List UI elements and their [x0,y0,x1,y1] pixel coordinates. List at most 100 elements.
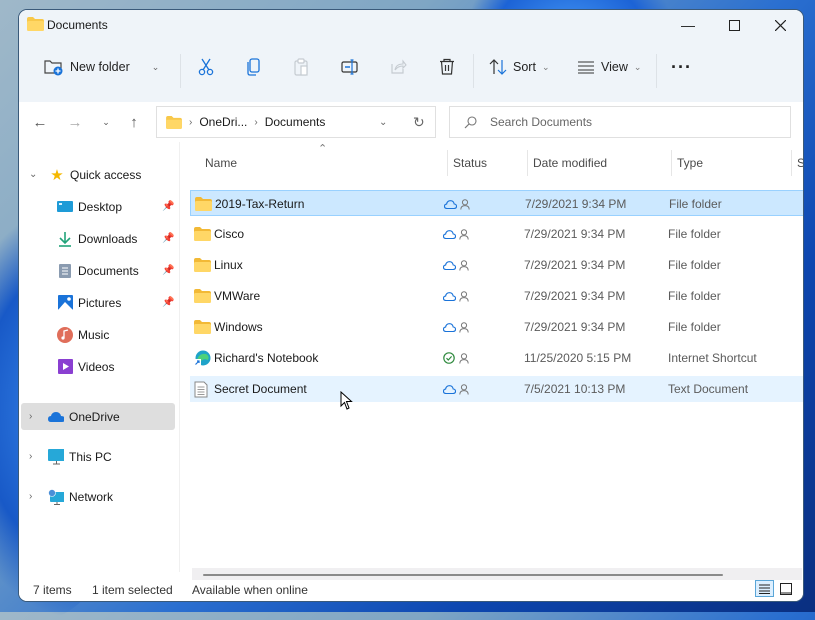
window-title: Documents [47,18,108,32]
sidebar-label: Videos [78,359,115,374]
paste-button[interactable] [293,54,311,80]
sidebar-label: This PC [69,449,112,464]
pin-icon[interactable]: 📌 [162,265,174,276]
column-header-status[interactable]: Status [453,152,487,174]
cloud-only-icon [443,376,456,402]
sort-button[interactable]: Sort ⌄ [489,54,549,80]
scrollbar-thumb[interactable] [203,574,723,576]
rename-button[interactable] [341,54,359,80]
recent-locations-button[interactable]: ⌄ [95,112,117,132]
navigation-bar: ← → ⌄ ↑ › OneDri... › Documents ⌄ ↻ Sear… [19,102,803,142]
address-bar[interactable]: › OneDri... › Documents ⌄ ↻ [156,106,436,138]
file-row[interactable]: Cisco 7/29/2021 9:34 PM File folder [190,221,803,247]
sidebar-item-documents[interactable]: Documents 📌 [21,257,175,284]
sidebar-label: Desktop [78,199,123,214]
column-header-name[interactable]: Name [205,152,237,174]
videos-icon [57,359,73,375]
shared-icon [459,314,469,340]
search-input[interactable]: Search Documents [490,115,592,129]
shared-icon [459,345,469,371]
file-type: Internet Shortcut [668,351,757,365]
sidebar-label: Network [69,489,114,504]
view-button[interactable]: View ⌄ [577,54,641,80]
details-view-button[interactable] [755,580,774,597]
column-divider[interactable] [527,150,528,176]
cloud-only-icon [443,283,456,309]
up-arrow-icon: ↑ [130,113,138,131]
file-row[interactable]: Secret Document 7/5/2021 10:13 PM Text Doc… [190,376,803,402]
column-divider[interactable] [671,150,672,176]
sidebar-item-network[interactable]: › Network [21,483,175,510]
mouse-cursor-icon [340,391,353,410]
documents-icon [57,263,73,279]
back-arrow-icon: ← [32,113,48,131]
sidebar-item-onedrive[interactable]: › OneDrive [21,403,175,430]
file-type: File folder [668,320,721,334]
chevron-right-icon[interactable]: › [29,491,32,502]
sidebar-item-downloads[interactable]: Downloads 📌 [21,225,175,252]
column-divider[interactable] [791,150,792,176]
chevron-down-icon: ⌄ [541,61,550,72]
file-date-modified: 7/29/2021 9:34 PM [525,197,627,211]
sidebar-item-pictures[interactable]: Pictures 📌 [21,289,175,316]
up-button[interactable]: ↑ [123,112,145,132]
sidebar-item-music[interactable]: Music [21,321,175,348]
downloads-icon [57,231,73,247]
address-history-dropdown[interactable]: ⌄ [379,117,387,128]
delete-button[interactable] [438,54,456,80]
view-icon [578,61,594,74]
file-name: Windows [214,320,263,334]
breadcrumb-documents[interactable]: Documents [265,115,326,129]
folder-icon [195,191,212,217]
chevron-right-icon[interactable]: › [29,451,32,462]
sidebar-item-desktop[interactable]: Desktop 📌 [21,193,175,220]
column-divider[interactable] [447,150,448,176]
chevron-right-icon[interactable]: › [29,411,32,422]
close-button[interactable] [757,10,803,40]
file-row[interactable]: Windows 7/29/2021 9:34 PM File folder [190,314,803,340]
shared-icon [459,376,469,402]
breadcrumb-onedrive[interactable]: OneDri... [199,115,247,129]
file-row[interactable]: 2019-Tax-Return 7/29/2021 9:34 PM File fol… [190,190,803,216]
command-bar: New folder ⌄ Sort ⌄ View ⌄ ··· [19,40,803,103]
refresh-button[interactable]: ↻ [413,114,425,131]
large-icons-view-button[interactable] [779,581,793,596]
sidebar-item-quick-access[interactable]: ⌄ ★ Quick access [21,161,175,188]
more-button[interactable]: ··· [671,54,692,80]
file-explorer-window: Documents — New folder ⌄ Sort ⌄ View ⌄ ·… [19,10,803,601]
pin-icon[interactable]: 📌 [162,297,174,308]
column-header-type[interactable]: Type [677,152,703,174]
this-pc-icon [48,448,64,465]
sidebar-item-videos[interactable]: Videos [21,353,175,380]
forward-button[interactable]: → [64,112,86,132]
file-row[interactable]: Richard's Notebook 11/25/2020 5:15 PM Inte… [190,345,803,371]
column-header-size[interactable]: S [797,152,803,174]
file-date-modified: 7/29/2021 9:34 PM [524,227,626,241]
sidebar-item-this-pc[interactable]: › This PC [21,443,175,470]
folder-icon [194,283,211,309]
cut-button[interactable] [197,54,215,80]
new-folder-label: New folder [70,60,130,74]
file-name: Richard's Notebook [214,351,319,365]
file-name: Cisco [214,227,245,241]
share-button[interactable] [389,54,407,80]
search-box[interactable]: Search Documents [449,106,791,138]
chevron-down-icon[interactable]: ⌄ [29,169,37,180]
column-header-date-modified[interactable]: Date modified [533,152,607,174]
selection-count: 1 item selected [92,583,173,597]
copy-button[interactable] [245,54,263,80]
file-row[interactable]: VMWare 7/29/2021 9:34 PM File folder [190,283,803,309]
maximize-button[interactable] [711,10,757,40]
pin-icon[interactable]: 📌 [162,233,174,244]
sidebar-label: Music [78,327,110,342]
pin-icon[interactable]: 📌 [162,201,174,212]
refresh-icon: ↻ [413,113,425,130]
sort-ascending-indicator-icon: ⌃ [318,143,328,155]
file-name: 2019-Tax-Return [215,197,305,211]
divider [656,54,657,88]
new-folder-button[interactable]: New folder ⌄ [44,54,159,80]
back-button[interactable]: ← [29,112,51,132]
file-type: Text Document [668,382,749,396]
minimize-button[interactable]: — [665,10,711,40]
file-row[interactable]: Linux 7/29/2021 9:34 PM File folder [190,252,803,278]
